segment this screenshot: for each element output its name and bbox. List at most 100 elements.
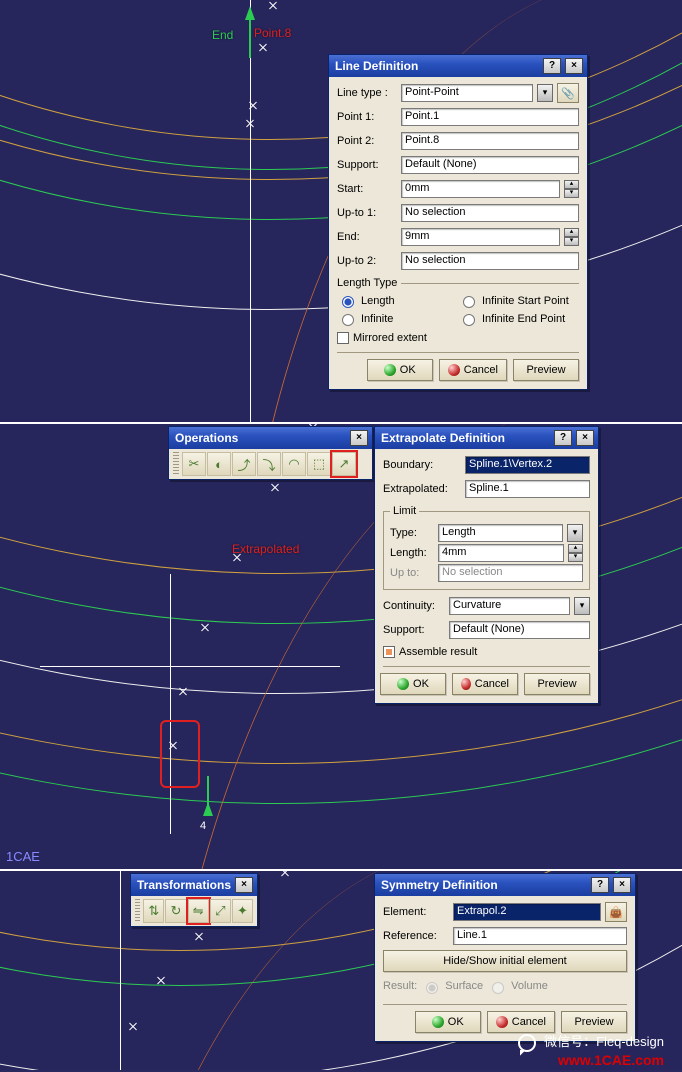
hide-show-button[interactable]: Hide/Show initial element <box>383 950 627 972</box>
dialog-title: Line Definition <box>335 59 539 73</box>
dialog-titlebar[interactable]: Symmetry Definition ? × <box>375 874 635 896</box>
start-field[interactable]: 0mm <box>401 180 560 198</box>
type-combo[interactable]: Length <box>438 524 563 542</box>
tool-trim-icon[interactable]: ⤴ <box>232 452 256 476</box>
length-label: Length: <box>390 547 434 559</box>
limit-group: Limit Type: Length ▾ Length: 4mm ▴▾ Up t… <box>383 505 590 590</box>
chevron-down-icon[interactable]: ▾ <box>574 597 590 615</box>
upto2-field[interactable]: No selection <box>401 252 579 270</box>
extrapolated-label: Extrapolated: <box>383 483 461 495</box>
radio-infinite-end[interactable]: Infinite End Point <box>458 311 579 326</box>
tool-shape-icon[interactable]: ⬚ <box>307 452 331 476</box>
wechat-icon <box>518 1034 536 1052</box>
viewport-3: Transformations × ⇅ ↻ ⇋ ⤢ ✦ Symmetry Def… <box>0 871 682 1070</box>
line-type-icon-button[interactable]: 📎 <box>557 83 579 103</box>
toolbar-titlebar[interactable]: Transformations × <box>131 874 257 896</box>
support-field[interactable]: Default (None) <box>449 621 590 639</box>
preview-button[interactable]: Preview <box>561 1011 627 1033</box>
end-field[interactable]: 9mm <box>401 228 560 246</box>
preview-button[interactable]: Preview <box>524 673 590 695</box>
line-type-label: Line type : <box>337 87 397 99</box>
ok-button[interactable]: OK <box>380 673 446 695</box>
cancel-button[interactable]: Cancel <box>452 673 518 695</box>
close-button[interactable]: × <box>565 58 583 74</box>
dialog-titlebar[interactable]: Line Definition ? × <box>329 55 587 77</box>
boundary-field[interactable]: Spline.1\Vertex.2 <box>465 456 590 474</box>
mirrored-extent-check[interactable]: Mirrored extent <box>337 332 579 344</box>
tool-symmetry-icon[interactable]: ⇋ <box>188 899 209 923</box>
cancel-button[interactable]: Cancel <box>439 359 507 381</box>
chevron-down-icon[interactable]: ▾ <box>537 84 553 102</box>
viewport-2: Extrapolated 1CAE 4 Operations × ✂ ◐ ⤴ ⤵… <box>0 424 682 871</box>
tool-scale-icon[interactable]: ⤢ <box>210 899 231 923</box>
tool-extrapolate-icon[interactable]: ↗ <box>332 452 356 476</box>
viewport-1: End Point.8 Line Definition ? × Line typ… <box>0 0 682 424</box>
tool-split-icon[interactable]: ◐ <box>207 452 231 476</box>
length-spinner[interactable]: ▴▾ <box>568 544 583 562</box>
tool-join-icon[interactable]: ✂ <box>182 452 206 476</box>
element-field[interactable]: Extrapol.2 <box>453 903 601 921</box>
upto-field: No selection <box>438 564 583 582</box>
end-spinner[interactable]: ▴▾ <box>564 228 579 246</box>
dialog-title: Extrapolate Definition <box>381 431 550 445</box>
help-button[interactable]: ? <box>554 430 572 446</box>
upto1-label: Up-to 1: <box>337 207 397 219</box>
assemble-result-check[interactable]: Assemble result <box>383 646 590 658</box>
dialog-titlebar[interactable]: Extrapolate Definition ? × <box>375 427 598 449</box>
preview-button[interactable]: Preview <box>513 359 579 381</box>
radio-volume: Volume <box>487 979 548 994</box>
watermark-1cae: 1CAE <box>6 849 40 864</box>
tool-rotate-icon[interactable]: ↻ <box>165 899 186 923</box>
footer-watermark: 微信号：Fleq-design www.1CAE.com <box>518 1031 664 1068</box>
close-icon[interactable]: × <box>350 430 368 446</box>
close-icon[interactable]: × <box>235 877 253 893</box>
toolbar-grip[interactable] <box>135 899 140 923</box>
toolbar-title: Transformations <box>137 878 231 892</box>
tool-affinity-icon[interactable]: ✦ <box>232 899 253 923</box>
toolbar-titlebar[interactable]: Operations × <box>169 427 372 449</box>
point2-label: Point 2: <box>337 135 397 147</box>
dialog-title: Symmetry Definition <box>381 878 587 892</box>
support-label: Support: <box>337 159 397 171</box>
element-label: Element: <box>383 906 449 918</box>
limit-legend: Limit <box>390 505 419 517</box>
extrapolated-field[interactable]: Spline.1 <box>465 480 590 498</box>
extrapolate-dialog: Extrapolate Definition ? × Boundary: Spl… <box>374 426 599 704</box>
point2-field[interactable]: Point.8 <box>401 132 579 150</box>
length-field[interactable]: 4mm <box>438 544 564 562</box>
close-button[interactable]: × <box>576 430 594 446</box>
tool-boundary-icon[interactable]: ⤵ <box>257 452 281 476</box>
tool-extract-icon[interactable]: ◠ <box>282 452 306 476</box>
chevron-down-icon[interactable]: ▾ <box>567 524 583 542</box>
radio-infinite-start[interactable]: Infinite Start Point <box>458 293 579 308</box>
upto1-field[interactable]: No selection <box>401 204 579 222</box>
continuity-combo[interactable]: Curvature <box>449 597 570 615</box>
bag-icon[interactable]: 👜 <box>605 902 627 922</box>
tool-translate-icon[interactable]: ⇅ <box>143 899 164 923</box>
end-label: End <box>212 28 233 42</box>
cancel-button[interactable]: Cancel <box>487 1011 555 1033</box>
help-button[interactable]: ? <box>543 58 561 74</box>
point1-label: Point 1: <box>337 111 397 123</box>
radio-infinite[interactable]: Infinite <box>337 311 458 326</box>
length-type-legend: Length Type <box>337 277 401 289</box>
reference-field[interactable]: Line.1 <box>453 927 627 945</box>
toolbar-grip[interactable] <box>173 452 179 476</box>
ok-button[interactable]: OK <box>415 1011 481 1033</box>
help-button[interactable]: ? <box>591 877 609 893</box>
support-label: Support: <box>383 624 445 636</box>
line-definition-dialog: Line Definition ? × Line type : Point-Po… <box>328 54 588 390</box>
line-type-combo[interactable]: Point-Point <box>401 84 533 102</box>
support-field[interactable]: Default (None) <box>401 156 579 174</box>
start-label: Start: <box>337 183 397 195</box>
start-spinner[interactable]: ▴▾ <box>564 180 579 198</box>
dim-4: 4 <box>200 820 206 832</box>
point1-field[interactable]: Point.1 <box>401 108 579 126</box>
end-label: End: <box>337 231 397 243</box>
upto-label: Up to: <box>390 567 434 579</box>
operations-toolbar: Operations × ✂ ◐ ⤴ ⤵ ◠ ⬚ ↗ <box>168 426 373 480</box>
radio-length[interactable]: Length <box>337 293 458 308</box>
close-button[interactable]: × <box>613 877 631 893</box>
ok-button[interactable]: OK <box>367 359 433 381</box>
extrapolated-anno: Extrapolated <box>232 542 299 556</box>
